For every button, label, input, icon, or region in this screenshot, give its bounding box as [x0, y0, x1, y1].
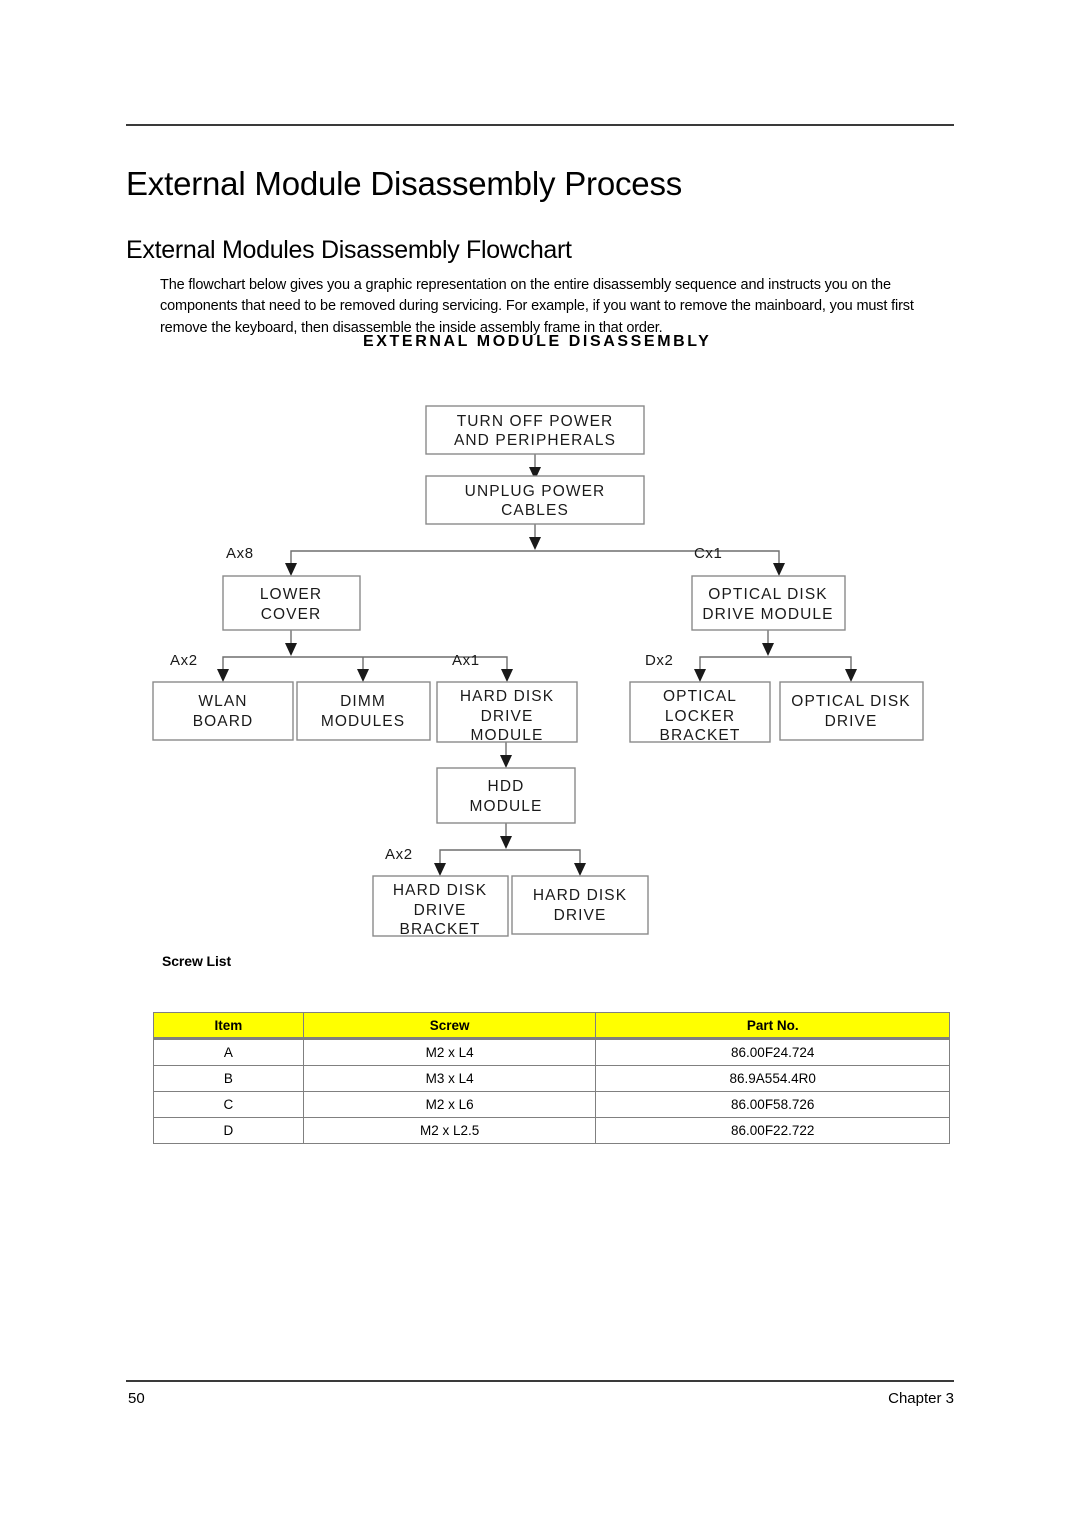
manual-page: External Module Disassembly Process Exte… [0, 0, 1080, 1527]
screw-tag-lower-cover: Ax8 [226, 545, 254, 562]
arrowhead-hdd-bracket [434, 863, 446, 876]
node-unplug-power: UNPLUG POWER CABLES [425, 475, 645, 525]
node-wlan-board-line2: BOARD [193, 713, 254, 730]
arrowhead-hdd-drive [574, 863, 586, 876]
node-hdd-module-line2: MODULE [470, 798, 543, 815]
arrowhead-bottom-bus [500, 836, 512, 849]
disassembly-flowchart: TURN OFF POWER AND PERIPHERALS UNPLUG PO… [152, 405, 924, 938]
arrowhead-dimm [357, 669, 369, 682]
screw-tag-wlan-board: Ax2 [170, 652, 198, 669]
cell-screw: M2 x L6 [302, 1091, 597, 1118]
cell-part-no: 86.00F22.722 [595, 1117, 950, 1144]
screw-list-table: Item Screw Part No. A M2 x L4 86.00F24.7… [153, 1012, 950, 1144]
footer-page-number: 50 [128, 1390, 145, 1407]
table-row: C M2 x L6 86.00F58.726 [153, 1091, 950, 1118]
node-lower-cover-line1: LOWER [260, 586, 322, 603]
arrowhead-lowercover-bus [285, 643, 297, 656]
intro-paragraph: The flowchart below gives you a graphic … [160, 276, 914, 336]
node-optical-locker-bracket-line3: BRACKET [660, 727, 741, 744]
arrowhead-oddmodule-bus [762, 643, 774, 656]
arrowhead-optical-locker [694, 669, 706, 682]
node-odd-module-line2: DRIVE MODULE [702, 606, 833, 623]
node-hdd-module: HDD MODULE [436, 767, 576, 824]
node-turn-off-power-line2: AND PERIPHERALS [454, 432, 616, 449]
node-turn-off-power: TURN OFF POWER AND PERIPHERALS [425, 405, 645, 455]
arrowhead-odd-module [773, 563, 785, 576]
arrowhead-optical-drive [845, 669, 857, 682]
screw-list-heading: Screw List [162, 953, 232, 969]
connector-bus-level3-right [699, 656, 852, 676]
arrowhead-bus-top [529, 537, 541, 550]
node-optical-disk-drive-line1: OPTICAL DISK [791, 693, 910, 710]
node-optical-locker-bracket-line1: OPTICAL [663, 688, 737, 705]
cell-screw: M3 x L4 [302, 1065, 597, 1092]
section-title: External Modules Disassembly Flowchart [126, 235, 572, 264]
node-optical-disk-drive: OPTICAL DISK DRIVE [779, 681, 924, 741]
node-hdd-bracket-line1: HARD DISK [393, 882, 487, 899]
node-odd-module: OPTICAL DISK DRIVE MODULE [691, 575, 846, 631]
cell-screw: M2 x L2.5 [302, 1117, 597, 1144]
node-hdd-drive-module-line1: HARD DISK [460, 688, 554, 705]
arrowhead-lower-cover [285, 563, 297, 576]
header-divider [126, 124, 954, 126]
screw-tag-odd-module: Cx1 [694, 545, 722, 562]
node-dimm-modules: DIMM MODULES [296, 681, 431, 741]
node-optical-locker-bracket: OPTICAL LOCKER BRACKET [629, 681, 771, 744]
node-turn-off-power-line1: TURN OFF POWER [457, 413, 614, 430]
cell-item: D [153, 1117, 304, 1144]
node-hdd-drive-line2: DRIVE [554, 907, 607, 924]
node-hdd-bracket-line2: DRIVE [414, 902, 467, 919]
node-lower-cover-line2: COVER [261, 606, 322, 623]
page-title: External Module Disassembly Process [126, 165, 683, 203]
node-hdd-drive-module-line3: MODULE [471, 727, 544, 744]
node-hdd-drive-line1: HARD DISK [533, 887, 627, 904]
footer-divider [126, 1380, 954, 1382]
node-odd-module-line1: OPTICAL DISK [708, 586, 827, 603]
column-header-item: Item [153, 1012, 304, 1040]
table-row: D M2 x L2.5 86.00F22.722 [153, 1117, 950, 1144]
arrowhead-hdd-module-box [500, 755, 512, 768]
node-hdd-drive: HARD DISK DRIVE [511, 875, 649, 935]
node-hdd-module-line1: HDD [488, 778, 525, 795]
node-unplug-power-line1: UNPLUG POWER [465, 483, 606, 500]
screw-tag-optical-locker-bracket: Dx2 [645, 652, 673, 669]
column-header-screw: Screw [302, 1012, 597, 1040]
screw-tag-hdd-bracket: Ax2 [385, 846, 413, 863]
node-hdd-drive-module: HARD DISK DRIVE MODULE [436, 681, 578, 744]
connector-bus-bottom [439, 849, 581, 870]
node-wlan-board: WLAN BOARD [152, 681, 294, 741]
node-wlan-board-line1: WLAN [198, 693, 247, 710]
cell-item: C [153, 1091, 304, 1118]
table-row: A M2 x L4 86.00F24.724 [153, 1038, 950, 1066]
node-unplug-power-line2: CABLES [501, 502, 569, 519]
cell-part-no: 86.00F24.724 [595, 1038, 950, 1066]
footer-chapter-label: Chapter 3 [888, 1390, 954, 1407]
arrowhead-wlan [217, 669, 229, 682]
cell-part-no: 86.9A554.4R0 [595, 1065, 950, 1092]
node-hdd-bracket-line3: BRACKET [400, 921, 481, 938]
cell-part-no: 86.00F58.726 [595, 1091, 950, 1118]
node-optical-locker-bracket-line2: LOCKER [665, 708, 735, 725]
arrowhead-hdd-module [501, 669, 513, 682]
node-dimm-modules-line1: DIMM [340, 693, 386, 710]
node-hdd-bracket: HARD DISK DRIVE BRACKET [372, 875, 509, 938]
cell-item: A [153, 1038, 304, 1066]
column-header-part-no: Part No. [595, 1012, 950, 1040]
node-dimm-modules-line2: MODULES [321, 713, 405, 730]
table-row: B M3 x L4 86.9A554.4R0 [153, 1065, 950, 1092]
node-lower-cover: LOWER COVER [222, 575, 361, 631]
cell-screw: M2 x L4 [302, 1038, 597, 1066]
cell-item: B [153, 1065, 304, 1092]
table-header-row: Item Screw Part No. [153, 1012, 950, 1040]
flowchart-title: EXTERNAL MODULE DISASSEMBLY [363, 333, 712, 350]
node-optical-disk-drive-line2: DRIVE [825, 713, 878, 730]
screw-tag-hdd-drive-module: Ax1 [452, 652, 480, 669]
node-hdd-drive-module-line2: DRIVE [481, 708, 534, 725]
